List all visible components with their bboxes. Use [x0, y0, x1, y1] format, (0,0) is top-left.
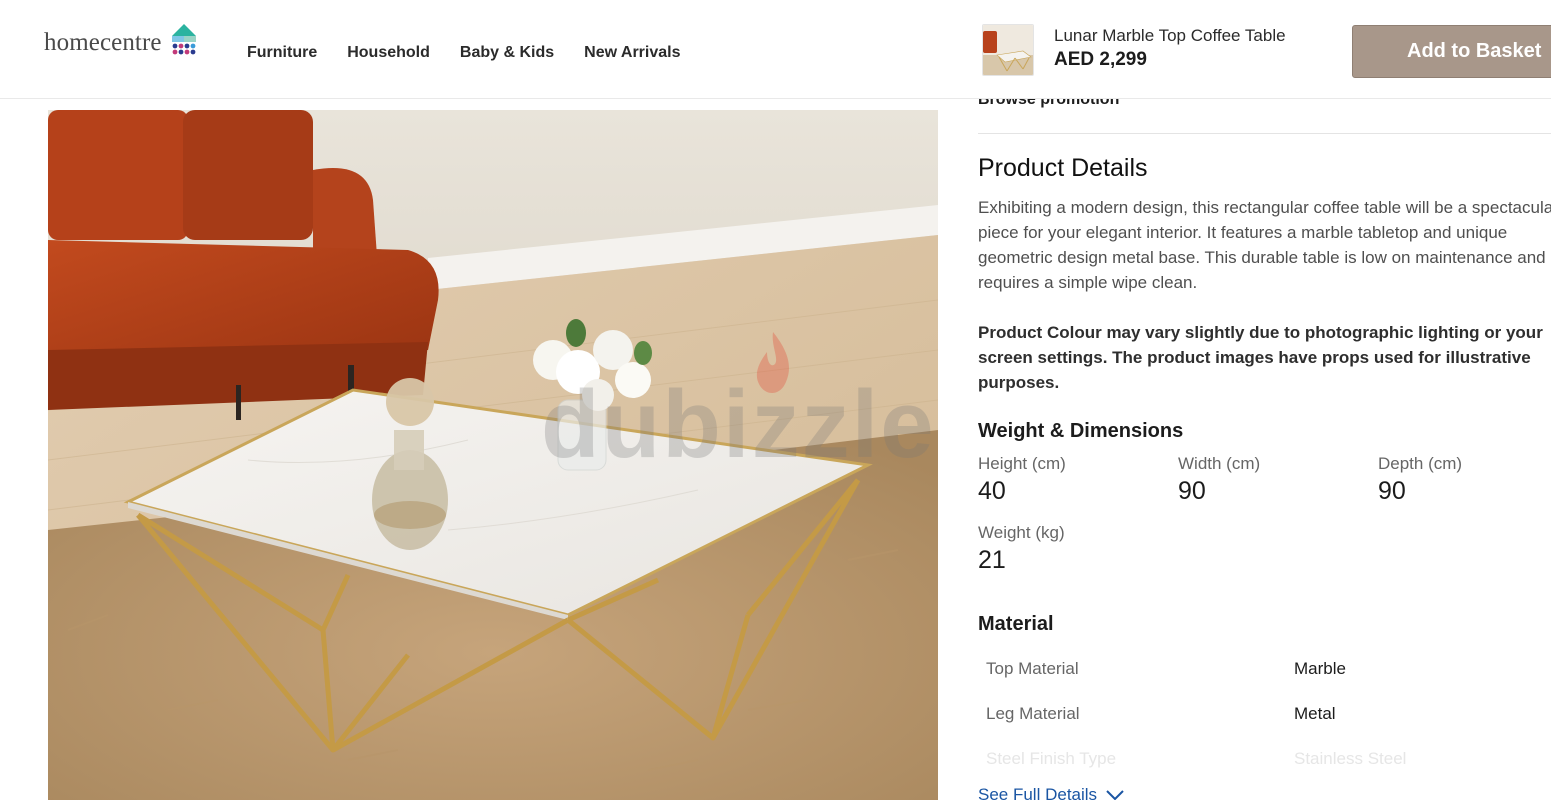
nav-item-new-arrivals[interactable]: New Arrivals — [584, 44, 680, 62]
sticky-product-name: Lunar Marble Top Coffee Table — [1054, 26, 1286, 45]
dimension-value: 90 — [1178, 477, 1206, 505]
material-label: Top Material — [986, 659, 1079, 678]
dimension-value: 21 — [978, 546, 1006, 574]
dimension-height: Height (cm) 40 — [978, 454, 1066, 506]
weight-dimensions-title: Weight & Dimensions — [978, 420, 1184, 442]
product-details-panel: Browse promotion Product Details Exhibit… — [978, 99, 1551, 800]
material-title: Material — [978, 613, 1054, 635]
product-thumbnail-image — [983, 25, 1033, 75]
dimension-label: Depth (cm) — [1378, 454, 1463, 473]
sticky-product-summary: Lunar Marble Top Coffee Table AED 2,299 — [982, 24, 1286, 76]
material-value: Metal — [1294, 704, 1336, 723]
product-details-title: Product Details — [978, 154, 1148, 182]
browse-promotion-link[interactable]: Browse promotion — [978, 99, 1119, 109]
nav-item-household[interactable]: Household — [347, 44, 430, 62]
site-header: homecentre Furniture Household Baby & Ki… — [0, 0, 1551, 99]
dimension-label: Weight (kg) — [978, 523, 1065, 542]
dimension-weight: Weight (kg) 21 — [978, 523, 1065, 575]
material-value: Marble — [1294, 659, 1346, 678]
material-value: Stainless Steel — [1294, 749, 1407, 768]
logo-text: homecentre — [44, 29, 162, 56]
see-full-details-label: See Full Details — [978, 785, 1098, 800]
nav-item-furniture[interactable]: Furniture — [247, 44, 317, 62]
logo-mark-icon — [171, 24, 196, 55]
dimension-value: 90 — [1378, 477, 1406, 505]
product-photo — [48, 110, 938, 800]
material-label: Steel Finish Type — [986, 749, 1117, 768]
homecentre-logo[interactable]: homecentre — [44, 24, 202, 58]
product-description: Exhibiting a modern design, this rectang… — [978, 198, 1551, 292]
dimension-label: Width (cm) — [1178, 454, 1261, 473]
main-nav: Furniture Household Baby & Kids New Arri… — [247, 44, 710, 62]
material-label: Leg Material — [986, 704, 1080, 723]
add-to-basket-button[interactable]: Add to Basket — [1352, 25, 1551, 78]
dimension-depth: Depth (cm) 90 — [1378, 454, 1462, 506]
product-thumbnail[interactable] — [982, 24, 1034, 76]
dimension-width: Width (cm) 90 — [1178, 454, 1260, 506]
see-full-details-link[interactable]: See Full Details — [978, 785, 1125, 800]
nav-item-baby-kids[interactable]: Baby & Kids — [460, 44, 554, 62]
product-main-image[interactable]: dubizzle — [48, 110, 938, 800]
product-colour-note: Product Colour may vary slightly due to … — [978, 323, 1543, 392]
dimension-value: 40 — [978, 477, 1006, 505]
divider — [978, 133, 1551, 134]
chevron-down-icon — [1106, 790, 1124, 800]
sticky-product-price: AED 2,299 — [1054, 49, 1147, 70]
sticky-product-info: Lunar Marble Top Coffee Table AED 2,299 — [1054, 26, 1286, 71]
dimension-label: Height (cm) — [978, 454, 1066, 473]
